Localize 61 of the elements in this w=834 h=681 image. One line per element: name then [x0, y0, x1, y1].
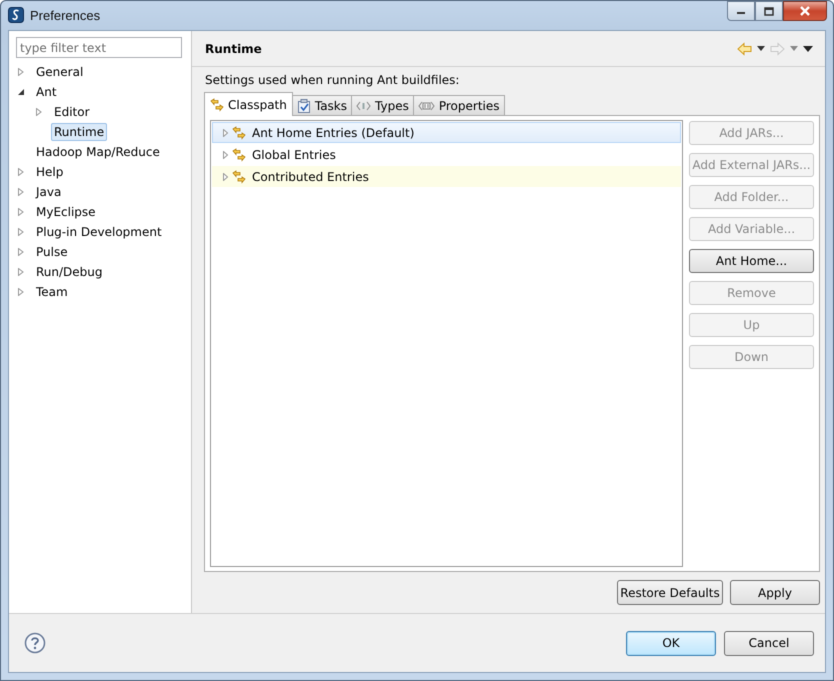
back-arrow-icon[interactable]: [737, 42, 752, 56]
expand-arrow-icon[interactable]: [17, 228, 25, 236]
tree-item[interactable]: Java: [33, 183, 64, 201]
expand-arrow-icon[interactable]: [222, 172, 229, 180]
restore-defaults-button[interactable]: Restore Defaults: [617, 580, 723, 605]
close-button[interactable]: [783, 1, 827, 21]
expand-arrow-icon[interactable]: [17, 288, 25, 296]
button[interactable]: Ant Home...: [689, 249, 814, 273]
app-icon: [8, 7, 24, 23]
tab[interactable]: Classpath: [204, 92, 293, 116]
expand-arrow-icon[interactable]: [35, 108, 43, 116]
clipboard-check-icon: [296, 98, 311, 112]
list-row[interactable]: Contributed Entries: [212, 166, 681, 187]
maximize-icon: [764, 6, 774, 16]
button[interactable]: Cancel: [724, 630, 814, 656]
tab[interactable]: Properties: [412, 95, 504, 115]
list-item-label: Global Entries: [252, 148, 336, 162]
list-item-label: Contributed Entries: [252, 170, 369, 184]
help-icon[interactable]: [24, 632, 46, 654]
expand-arrow-icon[interactable]: [17, 68, 25, 76]
tree-item[interactable]: Ant: [33, 83, 60, 101]
tab[interactable]: Tasks: [292, 95, 352, 115]
description-text: Settings used when running Ant buildfiles:: [205, 73, 460, 87]
tab[interactable]: Types: [351, 95, 414, 115]
expand-arrow-icon[interactable]: [17, 268, 25, 276]
tree-item[interactable]: MyEclipse: [33, 203, 99, 221]
tree-item[interactable]: Run/Debug: [33, 263, 106, 281]
page-title: Runtime: [205, 42, 262, 56]
expand-arrow-icon[interactable]: [222, 128, 229, 136]
forward-arrow-icon[interactable]: [770, 42, 785, 56]
expand-arrow-icon[interactable]: [17, 168, 25, 176]
window-title: Preferences: [30, 8, 100, 22]
menu-icon: [803, 46, 813, 52]
list-row[interactable]: Global Entries: [212, 144, 681, 165]
dropdown-icon: [757, 46, 765, 51]
expand-arrow-icon[interactable]: [17, 248, 25, 256]
classpath-icon: [232, 148, 246, 162]
tree-item[interactable]: Pulse: [33, 243, 71, 261]
classpath-icon: [210, 98, 224, 112]
classpath-icon: [232, 170, 246, 184]
collapse-arrow-icon[interactable]: [17, 88, 25, 96]
tree-item[interactable]: General: [33, 63, 86, 81]
tree-item[interactable]: Help: [33, 163, 66, 181]
tree-item[interactable]: Plug-in Development: [33, 223, 165, 241]
tree-item[interactable]: Hadoop Map/Reduce: [33, 143, 163, 161]
close-icon: [799, 6, 811, 16]
minimize-button[interactable]: [727, 1, 755, 21]
maximize-button[interactable]: [755, 1, 783, 21]
expand-arrow-icon[interactable]: [17, 188, 25, 196]
expand-arrow-icon[interactable]: [222, 150, 229, 158]
dropdown-icon: [790, 46, 798, 51]
classpath-icon: [232, 126, 246, 140]
apply-button[interactable]: Apply: [730, 580, 820, 605]
tree-item[interactable]: Editor: [51, 103, 93, 121]
list-row[interactable]: Ant Home Entries (Default): [212, 122, 681, 143]
filter-field[interactable]: type filter text: [16, 37, 182, 58]
tree-item[interactable]: Runtime: [51, 123, 108, 141]
button[interactable]: OK: [626, 630, 716, 656]
expand-arrow-icon[interactable]: [17, 208, 25, 216]
list-item-label: Ant Home Entries (Default): [252, 126, 414, 140]
tree-item[interactable]: Team: [33, 283, 71, 301]
